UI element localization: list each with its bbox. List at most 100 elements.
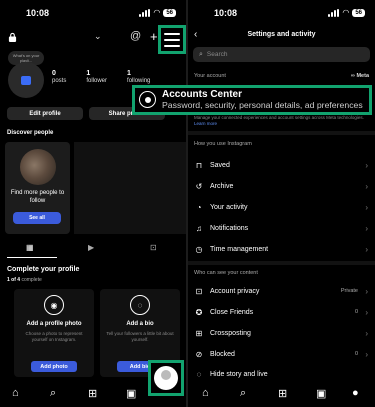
- search-icon[interactable]: ⌕: [240, 387, 246, 400]
- chevron-down-icon[interactable]: ⌄: [94, 31, 102, 42]
- chevron-right-icon: ›: [365, 223, 368, 233]
- active-tab-indicator: [7, 257, 57, 258]
- add-photo-button[interactable]: Add photo: [31, 361, 77, 372]
- grid-icon: ⊞: [195, 328, 203, 338]
- search-input[interactable]: ⌕ Search: [193, 47, 370, 62]
- section-separator: [188, 131, 375, 135]
- learn-more-link[interactable]: Learn more: [194, 121, 217, 126]
- menu-button[interactable]: [158, 25, 186, 54]
- chevron-right-icon: ›: [365, 286, 368, 296]
- wifi-icon: ◠: [153, 8, 161, 17]
- account-circle-icon: [139, 91, 156, 108]
- suggested-avatar: [20, 149, 56, 185]
- status-bar: 10:08 ◠ 56: [0, 0, 186, 26]
- block-icon: ⊘: [195, 349, 203, 359]
- clock-icon: ◷: [195, 244, 203, 254]
- chevron-right-icon: ›: [365, 349, 368, 359]
- bookmark-icon: ⊓: [195, 160, 203, 170]
- wifi-icon: ◠: [342, 8, 350, 17]
- menu-item-archive[interactable]: ↺ Archive ›: [188, 176, 375, 196]
- camera-icon: [21, 75, 31, 85]
- menu-item-your-activity[interactable]: ◔ Your activity ›: [188, 197, 375, 217]
- profile-avatar-icon: [154, 366, 178, 390]
- search-icon: ⌕: [199, 50, 203, 58]
- chevron-right-icon: ›: [365, 328, 368, 338]
- profile-photo-icon: ◉: [44, 295, 64, 315]
- home-icon[interactable]: ⌂: [12, 387, 19, 399]
- complete-profile-progress: 1 of 4 complete: [7, 277, 42, 283]
- settings-screen: 10:08 ◠ 56 ‹ Settings and activity ⌕ Sea…: [188, 0, 375, 407]
- edit-profile-button[interactable]: Edit profile: [7, 107, 83, 120]
- profile-screen: 10:08 ◠ 56 ⌄ @ + What's on your playli..…: [0, 0, 186, 407]
- lock-icon: [8, 32, 17, 42]
- your-account-label: Your account: [194, 73, 226, 79]
- reels-icon[interactable]: ▣: [126, 387, 136, 400]
- menu-item-blocked[interactable]: ⊘ Blocked 0 ›: [188, 344, 375, 364]
- chevron-right-icon: ›: [365, 181, 368, 191]
- search-icon[interactable]: ⌕: [50, 387, 56, 400]
- menu-item-crossposting[interactable]: ⊞ Crossposting ›: [188, 323, 375, 343]
- bottom-nav: ⌂ ⌕ ⊞ ▣ ●: [188, 379, 375, 407]
- discover-card-text: Find more people to follow: [10, 190, 65, 204]
- complete-profile-title: Complete your profile: [7, 266, 80, 273]
- signal-icon: [139, 8, 151, 17]
- chevron-right-icon: ›: [365, 160, 368, 170]
- signal-icon: [328, 8, 340, 17]
- hide-icon: ◌: [196, 369, 202, 379]
- section-separator: [188, 261, 375, 265]
- discover-card-empty: [74, 142, 186, 234]
- reels-icon[interactable]: ▣: [316, 387, 326, 400]
- threads-icon[interactable]: @: [130, 30, 141, 42]
- battery-indicator: 56: [352, 8, 365, 17]
- status-icons: ◠ 56: [139, 8, 176, 17]
- archive-icon: ↺: [195, 181, 203, 191]
- activity-icon: ◔: [196, 202, 202, 212]
- create-icon[interactable]: ⊞: [88, 387, 97, 400]
- hamburger-icon: [164, 32, 180, 35]
- menu-item-time-management[interactable]: ◷ Time management ›: [188, 239, 375, 259]
- reels-tab-icon[interactable]: ▶: [88, 243, 94, 252]
- page-title: Settings and activity: [247, 31, 316, 38]
- accounts-center-title: Accounts Center: [162, 89, 243, 100]
- stat-following[interactable]: 1 following: [127, 70, 150, 84]
- settings-header: ‹ Settings and activity: [188, 28, 375, 44]
- profile-tabs: ▦ ▶ ⊡: [0, 241, 186, 259]
- chevron-right-icon: ›: [365, 244, 368, 254]
- chevron-right-icon: ›: [365, 202, 368, 212]
- home-icon[interactable]: ⌂: [202, 387, 209, 399]
- status-time: 10:08: [26, 8, 50, 18]
- profile-nav-icon[interactable]: ●: [352, 387, 359, 399]
- lock-icon: ⊡: [195, 286, 203, 296]
- search-placeholder: Search: [206, 51, 228, 58]
- avatar[interactable]: [8, 62, 44, 98]
- bell-icon: ♫: [196, 223, 202, 233]
- create-plus-icon[interactable]: +: [150, 29, 158, 44]
- see-all-button[interactable]: See all: [13, 212, 61, 224]
- create-icon[interactable]: ⊞: [278, 387, 287, 400]
- profile-nav-button[interactable]: [148, 360, 184, 396]
- stat-posts[interactable]: 0 posts: [52, 70, 66, 84]
- menu-item-close-friends[interactable]: ✪ Close Friends 0 ›: [188, 302, 375, 322]
- meta-logo: ∞ Meta: [351, 73, 369, 79]
- who-can-see-label: Who can see your content: [194, 270, 258, 276]
- accounts-center-item[interactable]: Accounts Center Password, security, pers…: [132, 85, 372, 115]
- stat-followers[interactable]: 1 follower: [86, 70, 107, 84]
- grid-tab-icon[interactable]: ▦: [26, 243, 34, 252]
- task-card-photo: ◉ Add a profile photo Choose a photo to …: [14, 289, 94, 377]
- status-icons: ◠ 56: [328, 8, 365, 17]
- battery-indicator: 56: [163, 8, 176, 17]
- star-icon: ✪: [195, 307, 203, 317]
- accounts-center-subtitle: Password, security, personal details, ad…: [162, 100, 363, 110]
- status-bar: 10:08 ◠ 56: [188, 0, 375, 26]
- how-you-use-label: How you use Instagram: [194, 141, 252, 147]
- tagged-tab-icon[interactable]: ⊡: [150, 243, 157, 252]
- meta-description: Manage your connected experiences and ac…: [194, 115, 364, 126]
- status-time: 10:08: [214, 8, 238, 18]
- chevron-right-icon: ›: [365, 307, 368, 317]
- menu-item-notifications[interactable]: ♫ Notifications ›: [188, 218, 375, 238]
- bio-bubble-icon: ◌: [130, 295, 150, 315]
- discover-card: Find more people to follow See all: [5, 142, 70, 234]
- profile-stats: 0 posts 1 follower 1 following: [52, 70, 150, 84]
- menu-item-account-privacy[interactable]: ⊡ Account privacy Private ›: [188, 281, 375, 301]
- menu-item-saved[interactable]: ⊓ Saved ›: [188, 155, 375, 175]
